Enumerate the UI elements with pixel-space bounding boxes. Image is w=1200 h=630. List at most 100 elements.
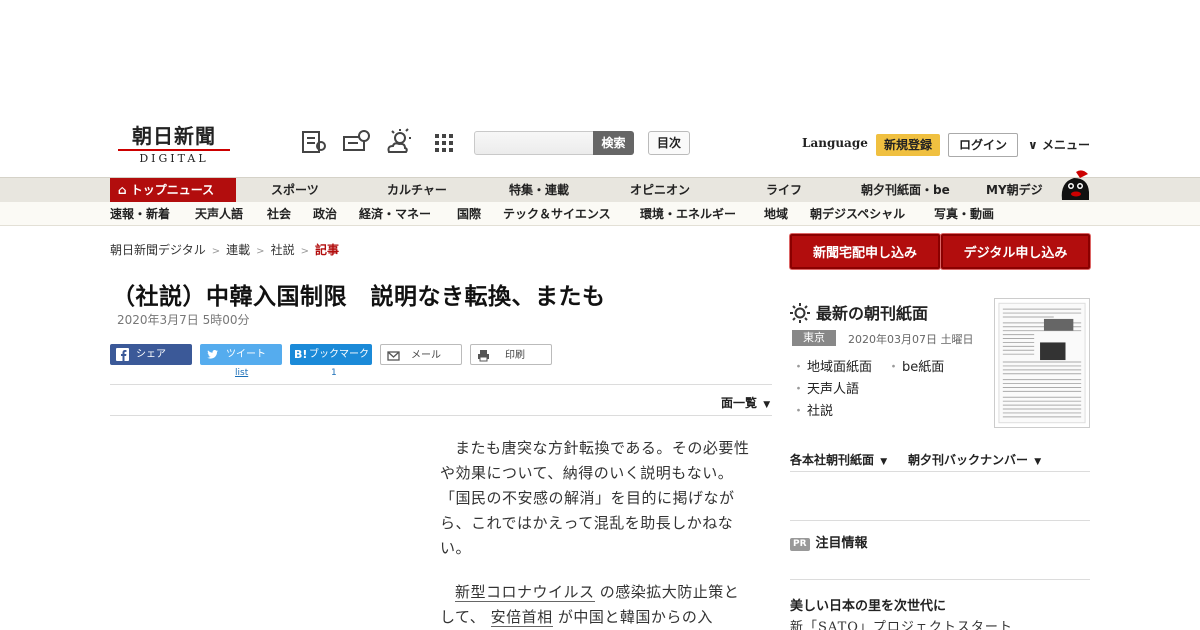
paragraph-text: が中国と韓国からの入 xyxy=(552,608,713,626)
chevron-down-icon: ∨ xyxy=(1028,138,1038,152)
paper-link-editorial[interactable]: 社説 xyxy=(792,400,833,419)
register-button[interactable]: 新規登録 xyxy=(876,134,940,156)
logo-jp: 朝日新聞 xyxy=(132,124,216,148)
crumb-separator: > xyxy=(300,246,309,257)
nav-label: トップニュース xyxy=(130,183,215,197)
newspaper-thumbnail[interactable] xyxy=(994,298,1090,428)
ticket-coin-icon[interactable] xyxy=(342,128,370,156)
nav-my-asadigi[interactable]: MY朝デジ xyxy=(986,178,1043,203)
page-list-toggle[interactable]: 面一覧 ▼ xyxy=(721,394,770,411)
snav-politics[interactable]: 政治 xyxy=(313,202,337,226)
divider xyxy=(110,415,772,416)
page-list-label: 面一覧 xyxy=(721,396,758,410)
newspaper-icon[interactable] xyxy=(300,128,328,156)
facebook-share-button[interactable]: シェア xyxy=(110,344,192,365)
nav-paper-be[interactable]: 朝夕刊紙面・be xyxy=(861,178,950,203)
article-date: 2020年3月7日 5時00分 xyxy=(117,313,250,327)
latest-paper-title: 最新の朝刊紙面 xyxy=(816,304,929,323)
mail-label: メール xyxy=(411,350,441,361)
nav-top-news[interactable]: ⌂ トップニュース xyxy=(110,178,236,203)
backnumber-label: 朝夕刊バックナンバー xyxy=(908,453,1029,467)
nav-sports[interactable]: スポーツ xyxy=(271,178,319,203)
crumb-home[interactable]: 朝日新聞デジタル xyxy=(110,243,206,257)
twitter-icon xyxy=(207,350,218,359)
snav-special[interactable]: 朝デジスペシャル xyxy=(810,202,905,226)
hatena-bookmark-button[interactable]: B! ブックマーク xyxy=(290,344,372,365)
crumb-separator: > xyxy=(256,246,265,257)
triangle-down-icon: ▼ xyxy=(1034,457,1042,467)
site-logo[interactable]: 朝日新聞 DIGITAL xyxy=(118,124,230,165)
logo-en: DIGITAL xyxy=(118,149,230,165)
snav-tech[interactable]: テック＆サイエンス xyxy=(503,202,611,226)
pr-label: 注目情報 xyxy=(815,536,868,551)
snav-international[interactable]: 国際 xyxy=(457,202,481,226)
mail-icon xyxy=(387,351,400,361)
keyword-link[interactable]: 安倍首相 xyxy=(490,608,553,627)
bookmark-count[interactable]: 1 xyxy=(331,368,337,378)
region-badge: 東京 xyxy=(792,330,836,346)
pr-article-title[interactable]: 美しい日本の里を次世代に xyxy=(790,595,946,614)
bookmark-label: ブックマーク xyxy=(309,349,369,360)
menu-button[interactable]: ∨ メニュー xyxy=(1028,136,1090,153)
facebook-icon xyxy=(116,348,129,361)
crumb-current: 記事 xyxy=(314,243,339,257)
nav-features[interactable]: 特集・連載 xyxy=(509,178,569,203)
backnumber-archive[interactable]: 朝夕刊バックナンバー ▼ xyxy=(908,451,1041,468)
divider xyxy=(110,384,772,385)
article-title: （社説）中韓入国制限 説明なき転換、またも xyxy=(112,283,606,310)
share-label: シェア xyxy=(136,349,166,360)
divider xyxy=(790,579,1090,580)
tweet-count[interactable]: list xyxy=(235,368,248,378)
global-nav: ⌂ トップニュース スポーツ カルチャー 特集・連載 オピニオン ライフ 朝夕刊… xyxy=(0,177,1200,203)
snav-economy[interactable]: 経済・マネー xyxy=(359,202,431,226)
search-input[interactable] xyxy=(474,131,594,155)
home-icon: ⌂ xyxy=(118,183,127,197)
grid-menu-icon[interactable] xyxy=(430,128,458,156)
sub-nav: 速報・新着 天声人語 社会 政治 経済・マネー 国際 テック＆サイエンス 環境・… xyxy=(0,202,1200,226)
print-label: 印刷 xyxy=(505,350,525,361)
paper-subscribe-button[interactable]: 新聞宅配申し込み xyxy=(790,234,940,269)
tweet-label: ツイート xyxy=(226,349,266,360)
menu-label: メニュー xyxy=(1041,138,1090,152)
snav-society[interactable]: 社会 xyxy=(267,202,291,226)
pr-badge: PR xyxy=(790,538,810,551)
hatena-icon: B! xyxy=(294,348,308,361)
nav-life[interactable]: ライフ xyxy=(766,178,802,203)
snav-photo[interactable]: 写真・動画 xyxy=(934,202,994,226)
digital-subscribe-button[interactable]: デジタル申し込み xyxy=(941,234,1090,269)
crumb-editorial[interactable]: 社説 xyxy=(271,243,295,257)
keyword-link[interactable]: 新型コロナウイルス xyxy=(455,583,595,602)
sun-icon xyxy=(790,303,810,323)
mail-button[interactable]: メール xyxy=(380,344,462,365)
pr-article-subtitle[interactable]: 新「SATO」プロジェクトスタート xyxy=(790,616,1013,630)
backnumber-each-office[interactable]: 各本社朝刊紙面 ▼ xyxy=(790,451,887,468)
crumb-series[interactable]: 連載 xyxy=(226,243,250,257)
printer-icon xyxy=(478,350,489,362)
login-button[interactable]: ログイン xyxy=(948,133,1018,157)
triangle-down-icon: ▼ xyxy=(763,400,771,410)
crumb-separator: > xyxy=(211,246,221,257)
nav-culture[interactable]: カルチャー xyxy=(387,178,447,203)
divider xyxy=(790,520,1090,521)
backnumber-label: 各本社朝刊紙面 xyxy=(790,453,875,467)
snav-tenseijingo[interactable]: 天声人語 xyxy=(195,202,243,226)
tweet-button[interactable]: ツイート xyxy=(200,344,282,365)
snav-latest[interactable]: 速報・新着 xyxy=(110,202,170,226)
pr-heading: PR 注目情報 xyxy=(790,532,868,551)
latest-paper-heading: 最新の朝刊紙面 xyxy=(790,300,928,324)
article-paragraph: またも唐突な方針転換である。その必要性や効果について、納得のいく説明もない。「国… xyxy=(440,439,750,557)
snav-environment[interactable]: 環境・エネルギー xyxy=(640,202,736,226)
print-button[interactable]: 印刷 xyxy=(470,344,552,365)
paper-date: 2020年03月07日 土曜日 xyxy=(848,333,974,346)
toc-button[interactable]: 目次 xyxy=(648,131,690,155)
triangle-down-icon: ▼ xyxy=(880,457,888,467)
paper-link-tenseijingo[interactable]: 天声人語 xyxy=(792,378,859,397)
weather-icon[interactable] xyxy=(385,128,413,156)
nav-opinion[interactable]: オピニオン xyxy=(630,178,690,203)
search-button[interactable]: 検索 xyxy=(593,131,634,155)
paper-link-be[interactable]: be紙面 xyxy=(887,356,944,375)
breadcrumb: 朝日新聞デジタル > 連載 > 社説 > 記事 xyxy=(110,241,339,258)
snav-region[interactable]: 地域 xyxy=(764,202,788,226)
paper-link-regional[interactable]: 地域面紙面 xyxy=(792,356,872,375)
language-link[interactable]: Language xyxy=(802,136,868,150)
